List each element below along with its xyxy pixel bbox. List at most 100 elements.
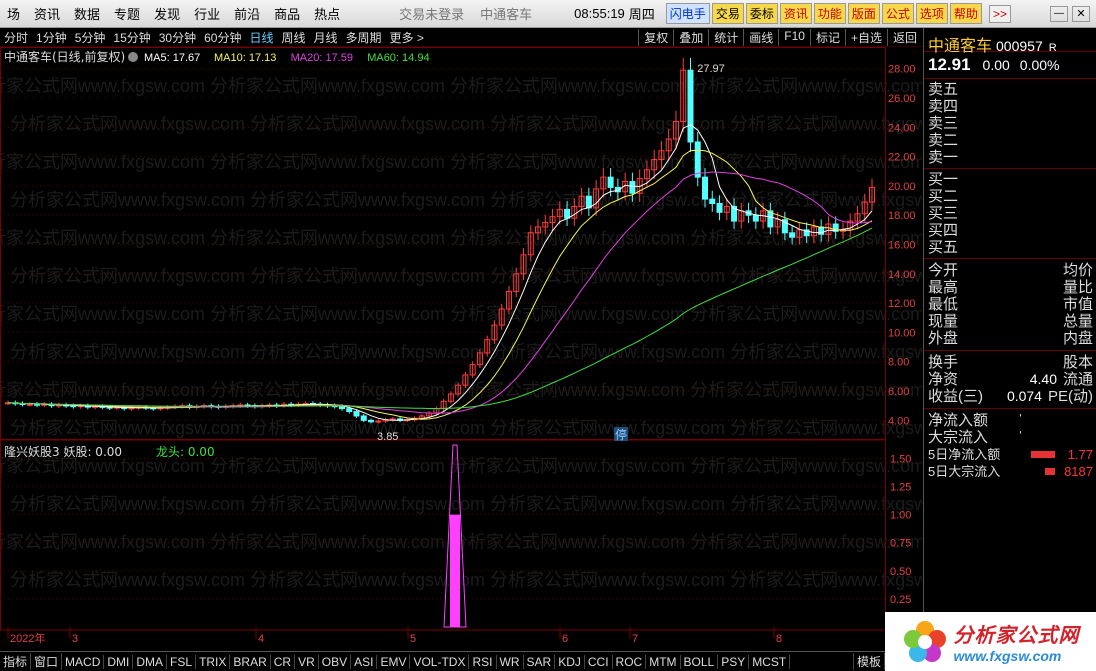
candle-body bbox=[716, 203, 723, 213]
ma-legend-1: MA10: 17.13 bbox=[214, 52, 276, 64]
indicator-tab-12[interactable]: EMV bbox=[377, 654, 411, 669]
period-tab-5[interactable]: 60分钟 bbox=[200, 29, 245, 46]
indicator-tab-16[interactable]: SAR bbox=[524, 654, 556, 669]
login-status[interactable]: 交易未登录 bbox=[391, 4, 472, 23]
menu-item-6[interactable]: 前沿 bbox=[227, 4, 267, 23]
minimize-icon[interactable]: — bbox=[1050, 5, 1068, 22]
function-button-0[interactable]: 闪电手 bbox=[665, 3, 710, 24]
toolbar-button-3[interactable]: 画线 bbox=[743, 28, 778, 46]
menu-item-3[interactable]: 专题 bbox=[107, 4, 147, 23]
field2-row-1-label: 净资 bbox=[928, 371, 959, 388]
menu-item-8[interactable]: 热点 bbox=[307, 4, 347, 23]
indicator-tab-22[interactable]: PSY bbox=[718, 654, 750, 669]
period-tab-10[interactable]: 更多 > bbox=[386, 29, 428, 46]
indicator-tab-10[interactable]: OBV bbox=[319, 654, 352, 669]
menu-item-5[interactable]: 行业 bbox=[187, 4, 227, 23]
x-tick-label: 8 bbox=[776, 633, 782, 645]
watermark-text: 分析家公式网www.fxgsw.com 分析家公式网www.fxgsw.com … bbox=[0, 456, 922, 476]
menu-item-1[interactable]: 资讯 bbox=[27, 4, 67, 23]
indicator-tab-5[interactable]: FSL bbox=[167, 654, 197, 669]
indicator-tab-15[interactable]: WR bbox=[497, 654, 524, 669]
bid-row-4: 买五 bbox=[924, 239, 1096, 256]
chart-canvas[interactable]: 分析家公式网www.fxgsw.com 分析家公式网www.fxgsw.com … bbox=[0, 47, 965, 651]
menu-item-2[interactable]: 数据 bbox=[67, 4, 107, 23]
period-tab-8[interactable]: 月线 bbox=[310, 29, 342, 46]
kline-chart[interactable]: 分析家公式网www.fxgsw.com 分析家公式网www.fxgsw.com … bbox=[0, 47, 965, 651]
function-button-7[interactable]: 选项 bbox=[915, 3, 948, 24]
toolbar-button-1[interactable]: 叠加 bbox=[673, 28, 708, 46]
period-tab-6[interactable]: 日线 bbox=[245, 29, 277, 46]
chart-settings-icon[interactable] bbox=[128, 52, 138, 62]
indicator-tab-7[interactable]: BRAR bbox=[230, 654, 271, 669]
toolbar-button-6[interactable]: +自选 bbox=[844, 28, 887, 46]
flow5-row-0: 5日净流入额 1.77 bbox=[924, 446, 1096, 463]
period-tab-1[interactable]: 1分钟 bbox=[32, 29, 71, 46]
indicator-tab-8[interactable]: CR bbox=[271, 654, 296, 669]
ask-row-3-label: 卖二 bbox=[928, 132, 959, 149]
close-icon[interactable]: ✕ bbox=[1072, 5, 1090, 22]
flow-label-0: 净流入额 bbox=[928, 412, 989, 429]
x-tick-label: 4 bbox=[258, 633, 264, 645]
indicator-tab-6[interactable]: TRIX bbox=[196, 654, 231, 669]
period-tab-3[interactable]: 15分钟 bbox=[109, 29, 154, 46]
function-button-8[interactable]: 帮助 bbox=[949, 3, 982, 24]
indicator-tab-9[interactable]: VR bbox=[295, 654, 319, 669]
toolbar-button-2[interactable]: 统计 bbox=[708, 28, 743, 46]
period-tab-9[interactable]: 多周期 bbox=[342, 29, 386, 46]
bid-row-0-label: 买一 bbox=[928, 171, 959, 188]
ask-row-1-label: 卖四 bbox=[928, 98, 959, 115]
function-button-6[interactable]: 公式 bbox=[881, 3, 914, 24]
watermark-text: 分析家公式网www.fxgsw.com 分析家公式网www.fxgsw.com … bbox=[10, 570, 922, 590]
period-tab-0[interactable]: 分时 bbox=[0, 29, 32, 46]
menu-item-4[interactable]: 发现 bbox=[147, 4, 187, 23]
sub-y-tick-label: 0.50 bbox=[890, 566, 911, 578]
toolbar-button-5[interactable]: 标记 bbox=[809, 28, 845, 46]
candle-body bbox=[629, 181, 636, 194]
indicator-tab-13[interactable]: VOL-TDX bbox=[410, 654, 470, 669]
indicator-tab-18[interactable]: CCI bbox=[585, 654, 613, 669]
toolbar-button-7[interactable]: 返回 bbox=[886, 28, 922, 46]
indicator-tab-17[interactable]: KDJ bbox=[555, 654, 585, 669]
y-tick-label: 12.00 bbox=[888, 298, 916, 310]
toolbar-button-4[interactable]: F10 bbox=[778, 28, 810, 46]
period-tab-2[interactable]: 5分钟 bbox=[71, 29, 110, 46]
indicator-tab-19[interactable]: ROC bbox=[613, 654, 647, 669]
indicator-tab-20[interactable]: MTM bbox=[646, 654, 681, 669]
function-button-5[interactable]: 版面 bbox=[847, 3, 880, 24]
field-row-3-label-2: 总量 bbox=[1062, 313, 1093, 330]
flow5-row-1: 5日大宗流入 8187 bbox=[924, 463, 1096, 480]
logo-title: 分析家公式网 bbox=[953, 625, 1080, 647]
template-button[interactable]: 模板 bbox=[852, 653, 885, 670]
indicator-tab-0[interactable]: 指标 bbox=[0, 653, 32, 670]
menu-item-7[interactable]: 商品 bbox=[267, 4, 307, 23]
candle-body bbox=[607, 176, 614, 188]
period-tab-4[interactable]: 30分钟 bbox=[155, 29, 200, 46]
sub-y-tick-label: 1.25 bbox=[890, 482, 911, 494]
toolbar-button-0[interactable]: 复权 bbox=[638, 28, 673, 46]
watermark-text: 分析家公式网www.fxgsw.com 分析家公式网www.fxgsw.com … bbox=[0, 304, 922, 324]
flow5-value-0: 1.77 bbox=[1067, 447, 1093, 462]
indicator-tab-4[interactable]: DMA bbox=[133, 654, 168, 669]
function-button-1[interactable]: 交易 bbox=[711, 3, 744, 24]
function-button-4[interactable]: 功能 bbox=[813, 3, 846, 24]
period-tab-7[interactable]: 周线 bbox=[277, 29, 309, 46]
sub-indicator-title: 隆兴妖股3 妖股: 0.00 bbox=[4, 444, 122, 459]
function-button-3[interactable]: 资讯 bbox=[779, 3, 812, 24]
indicator-tab-23[interactable]: MCST bbox=[749, 654, 791, 669]
field2-row-2-label: 收益(三) bbox=[928, 388, 983, 405]
indicator-tab-2[interactable]: MACD bbox=[62, 654, 105, 669]
y-tick-label: 8.00 bbox=[888, 357, 909, 369]
bid-row-1-label: 买二 bbox=[928, 188, 959, 205]
candle-body bbox=[789, 232, 796, 238]
indicator-tab-11[interactable]: ASI bbox=[351, 654, 378, 669]
x-tick-label: 5 bbox=[410, 633, 416, 645]
function-button-2[interactable]: 委标 bbox=[745, 3, 778, 24]
ask-row-4: 卖一 bbox=[924, 149, 1096, 166]
indicator-tab-3[interactable]: DMI bbox=[104, 654, 134, 669]
indicator-tab-1[interactable]: 窗口 bbox=[31, 653, 63, 670]
indicator-tab-21[interactable]: BOLL bbox=[681, 654, 719, 669]
sub-dragon-label: 龙头: 0.00 bbox=[156, 445, 215, 459]
menu-item-0[interactable]: 场 bbox=[0, 4, 27, 23]
indicator-tab-14[interactable]: RSI bbox=[469, 654, 497, 669]
more-button[interactable]: >> bbox=[988, 4, 1011, 23]
